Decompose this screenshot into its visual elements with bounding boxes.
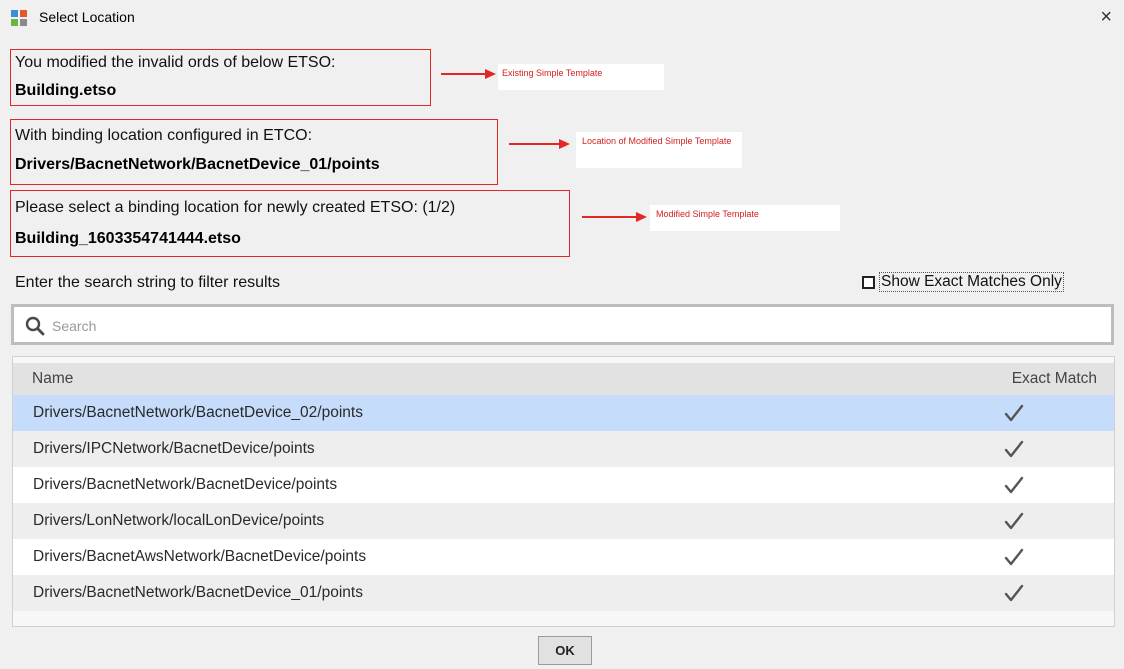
table-row[interactable]: Drivers/IPCNetwork/BacnetDevice/points [13, 431, 1114, 467]
annotation-modified: Modified Simple Template [650, 205, 840, 231]
title-bar: Select Location × [0, 0, 1124, 36]
row-name: Drivers/BacnetAwsNetwork/BacnetDevice/po… [33, 548, 367, 565]
filter-label: Enter the search string to filter result… [15, 274, 280, 291]
table-row[interactable]: Drivers/BacnetAwsNetwork/BacnetDevice/po… [13, 539, 1114, 575]
info-text: You modified the invalid ords of below E… [15, 54, 336, 71]
check-icon [1004, 476, 1024, 494]
search-icon [25, 316, 45, 336]
results-table: Name Exact Match Drivers/BacnetNetwork/B… [12, 356, 1115, 627]
info-box-modified: Please select a binding location for new… [10, 190, 570, 257]
ok-button[interactable]: OK [538, 636, 592, 665]
row-name: Drivers/IPCNetwork/BacnetDevice/points [33, 440, 315, 457]
check-icon [1004, 584, 1024, 602]
check-icon [1004, 512, 1024, 530]
check-icon [1004, 548, 1024, 566]
app-icon [11, 10, 27, 26]
arrow-icon [582, 212, 647, 222]
info-value: Building.etso [15, 82, 117, 99]
row-name: Drivers/BacnetNetwork/BacnetDevice/point… [33, 476, 338, 493]
info-text: With binding location configured in ETCO… [15, 127, 313, 144]
close-icon[interactable]: × [1100, 5, 1112, 29]
table-header: Name Exact Match [13, 363, 1114, 395]
exact-match-label[interactable]: Show Exact Matches Only [879, 272, 1064, 292]
row-name: Drivers/BacnetNetwork/BacnetDevice_01/po… [33, 584, 363, 601]
table-row[interactable]: Drivers/BacnetNetwork/BacnetDevice_02/po… [13, 395, 1114, 431]
column-header-exact-match[interactable]: Exact Match [1012, 370, 1097, 388]
search-input[interactable] [50, 313, 1094, 339]
row-name: Drivers/BacnetNetwork/BacnetDevice_02/po… [33, 404, 363, 421]
table-row[interactable]: Drivers/LonNetwork/localLonDevice/points [13, 503, 1114, 539]
check-icon [1004, 440, 1024, 458]
arrow-icon [441, 69, 496, 79]
info-box-location: With binding location configured in ETCO… [10, 119, 498, 185]
info-value: Drivers/BacnetNetwork/BacnetDevice_01/po… [15, 156, 380, 173]
annotation-existing: Existing Simple Template [498, 64, 664, 90]
exact-match-checkbox[interactable] [862, 276, 875, 289]
table-row[interactable]: Drivers/BacnetNetwork/BacnetDevice/point… [13, 467, 1114, 503]
column-header-name[interactable]: Name [32, 370, 73, 388]
row-name: Drivers/LonNetwork/localLonDevice/points [33, 512, 325, 529]
check-icon [1004, 404, 1024, 422]
annotation-location: Location of Modified Simple Template [576, 132, 742, 168]
info-box-existing: You modified the invalid ords of below E… [10, 49, 431, 106]
info-text: Please select a binding location for new… [15, 199, 456, 216]
table-row[interactable]: Drivers/BacnetNetwork/BacnetDevice_01/po… [13, 575, 1114, 611]
window-title: Select Location [39, 9, 135, 25]
arrow-icon [509, 139, 570, 149]
info-value: Building_1603354741444.etso [15, 230, 241, 247]
search-box[interactable] [11, 304, 1114, 345]
